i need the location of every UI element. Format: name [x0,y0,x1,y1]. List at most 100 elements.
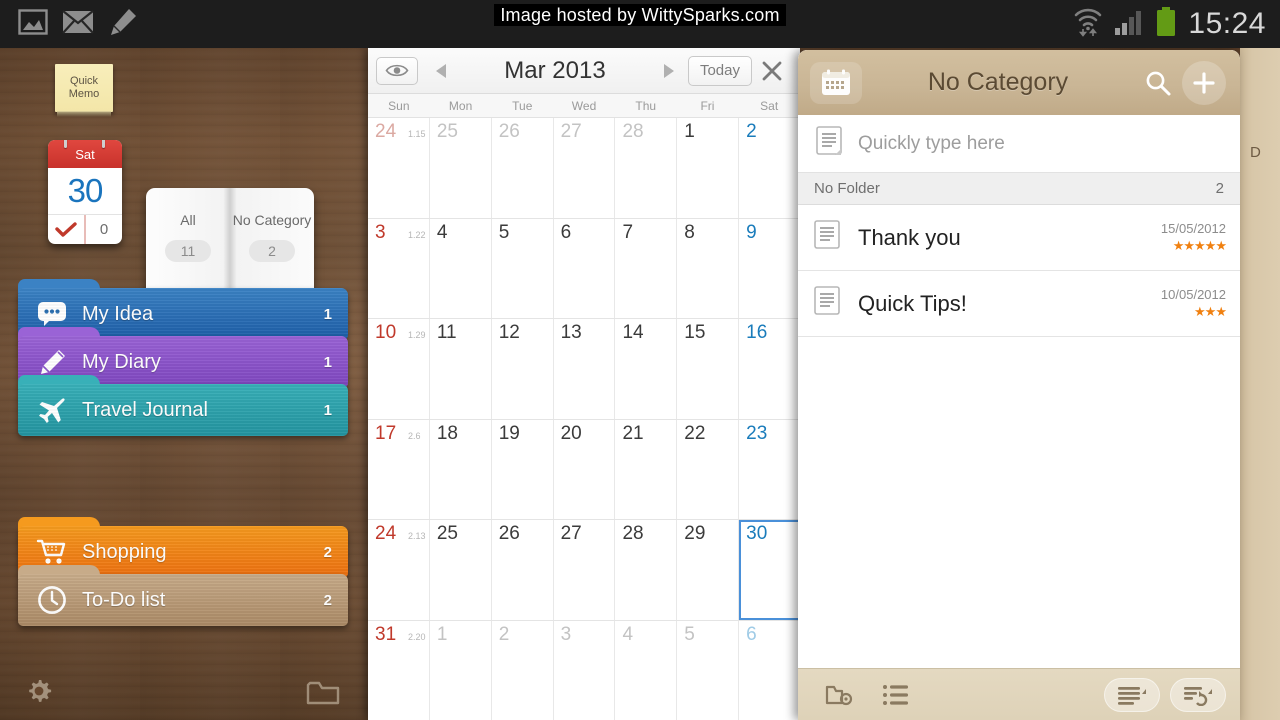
calendar-day-cell[interactable]: 14 [615,319,678,419]
quick-type-input[interactable]: Quickly type here [798,115,1240,173]
calendar-day-cell[interactable]: 11 [430,319,492,419]
folder-travel-journal[interactable]: Travel Journal 1 [18,375,348,436]
calendar-next-button[interactable] [656,63,682,79]
book-page-all[interactable]: All 11 [146,188,230,302]
calendar-day-cell[interactable]: 3 1.22 [368,218,430,318]
calendar-day-number: 28 [622,121,644,142]
calendar-day-number: 1 [436,623,448,645]
calendar-day-cell[interactable]: 28 [615,118,678,218]
signal-icon [1114,8,1144,41]
calendar-day-number: 26 [498,121,520,142]
folder-group-top: My Idea 1 My Diary 1 Travel Journal 1 [18,279,348,436]
calendar-day-cell[interactable]: 25 [430,520,492,620]
calendar-day-cell[interactable]: 27 [554,118,616,218]
calendar-day-cell[interactable]: 25 [430,118,492,218]
calendar-day-cell[interactable]: 5 [492,218,554,318]
calendar-weekday-mon: Mon [448,99,473,113]
calendar-day-cell[interactable]: 2 [492,620,554,720]
calendar-day-number: 1 [684,121,695,142]
calendar-icon[interactable] [810,61,862,104]
calendar-day-cell[interactable]: 1 [677,118,740,218]
calendar-day-number: 30 [746,523,768,544]
folder-label: To-Do list [82,588,166,611]
folder-icon[interactable] [306,678,340,711]
folder-label: Shopping [82,540,167,563]
calendar-day-cell[interactable]: 9 [739,219,800,319]
calendar-day-cell[interactable]: 1 [430,620,492,720]
quick-memo-note[interactable]: Quick Memo [55,64,113,117]
calendar-day-cell[interactable]: 2 [739,118,800,218]
calendar-day-cell[interactable]: 18 [430,419,492,519]
background-panel-char: D [1250,144,1261,161]
calendar-day-cell[interactable]: 6 [739,621,800,720]
calendar-day-number: 4 [622,623,634,645]
note-icon [814,220,840,255]
calendar-day-cell[interactable]: 24 1.15 [368,118,430,218]
memo-list-item[interactable]: Thank you 15/05/2012 ★★★★★ [798,205,1240,271]
memo-list-item[interactable]: Quick Tips! 10/05/2012 ★★★ [798,271,1240,337]
calendar-day-cell[interactable]: 6 [554,218,616,318]
calendar-day-cell[interactable]: 19 [492,419,554,519]
calendar-day-number: 2 [498,623,510,645]
eye-icon[interactable] [376,56,418,85]
folder-settings-icon[interactable] [812,681,868,709]
calendar-day-number: 22 [684,422,706,444]
calendar-day-number: 2 [746,121,757,142]
calendar-day-cell[interactable]: 4 [615,620,678,720]
calendar-day-cell[interactable]: 16 [739,319,800,419]
memo-item-meta: 15/05/2012 ★★★★★ [1161,221,1227,254]
sort-icon[interactable] [1170,677,1226,712]
calendar-prev-button[interactable] [428,63,454,79]
calendar-day-number: 7 [622,221,634,243]
calendar-day-cell[interactable]: 7 [615,218,678,318]
flip-calendar-widget[interactable]: Sat 30 0 [48,140,122,244]
book-page-no-category[interactable]: No Category 2 [230,188,314,302]
memo-item-rating: ★★★ [1194,304,1227,319]
category-book-widget[interactable]: All 11 No Category 2 [146,188,314,302]
quick-memo-label: Quick Memo [69,75,100,102]
calendar-day-number: 3 [560,623,572,645]
today-button[interactable]: Today [687,55,752,86]
calendar-day-cell[interactable]: 17 2.6 [368,419,430,519]
calendar-day-cell[interactable]: 30 [739,520,800,620]
close-icon[interactable] [752,60,792,82]
calendar-day-cell[interactable]: 20 [554,419,616,519]
calendar-day-cell[interactable]: 22 [677,419,740,519]
search-icon[interactable] [1134,69,1182,97]
watermark-text: Image hosted by WittySparks.com [494,4,786,26]
calendar-day-cell[interactable]: 26 [492,520,554,620]
view-mode-icon[interactable] [1104,677,1160,712]
calendar-day-cell[interactable]: 31 2.20 [368,620,430,720]
calendar-day-number: 17 [375,422,397,444]
calendar-day-cell[interactable]: 24 2.13 [368,520,430,620]
calendar-title: Mar 2013 [504,56,606,84]
calendar-day-number: 6 [560,221,572,243]
calendar-header: Mar 2013 Today [368,48,800,94]
folder-label: Travel Journal [82,398,208,421]
gear-icon[interactable] [24,676,54,711]
calendar-day-cell[interactable]: 8 [677,218,740,318]
calendar-day-cell[interactable]: 3 [554,620,616,720]
calendar-day-cell[interactable]: 27 [554,520,616,620]
list-icon[interactable] [868,683,924,707]
calendar-day-cell[interactable]: 28 [615,520,678,620]
calendar-day-cell[interactable]: 29 [677,520,740,620]
calendar-day-cell[interactable]: 23 [739,420,800,520]
calendar-day-cell[interactable]: 12 [492,319,554,419]
plus-icon[interactable] [1182,60,1226,105]
folder-count: 2 [323,543,332,561]
calendar-day-cell[interactable]: 26 [492,118,554,218]
wifi-icon [1073,7,1103,42]
calendar-day-cell[interactable]: 21 [615,419,678,519]
calendar-day-cell[interactable]: 4 [430,218,492,318]
calendar-day-cell[interactable]: 15 [677,319,740,419]
calendar-day-cell[interactable]: 10 1.29 [368,319,430,419]
no-folder-bar[interactable]: No Folder 2 [798,173,1240,205]
folder-todo-list[interactable]: To-Do list 2 [18,565,348,626]
calendar-day-cell[interactable]: 5 [677,620,740,720]
memo-list: Thank you 15/05/2012 ★★★★★ Quick Tips! 10/05… [798,205,1240,668]
calendar-day-number: 5 [498,221,510,243]
screen: Quick Memo Sat 30 0 All 11 No Category 2… [0,0,1280,720]
calendar-day-cell[interactable]: 13 [554,319,616,419]
battery-icon [1155,6,1177,42]
